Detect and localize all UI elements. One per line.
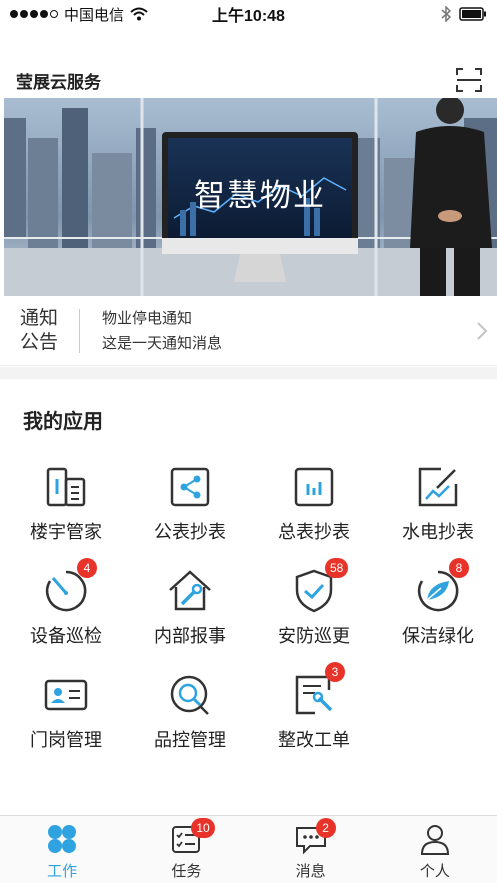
app-title: 莹展云服务 [16, 72, 101, 92]
badge: 4 [77, 558, 97, 578]
notice-tag-line1: 通知 [20, 307, 59, 329]
grid-icon [48, 825, 77, 853]
badge: 2 [315, 818, 336, 838]
badge: 10 [191, 818, 215, 838]
notice-bar[interactable]: 通知 公告 物业停电通知 这是一天通知消息 [0, 296, 497, 366]
notice-message: 这是一天通知消息 [102, 334, 223, 352]
tab-bar: 工作 10 任务 2 消息 个人 [0, 815, 497, 883]
tab-work[interactable]: 工作 [0, 816, 124, 883]
tab-label: 个人 [419, 863, 450, 880]
notice-body: 物业停电通知 这是一天通知消息 [80, 306, 467, 356]
building-icon [46, 467, 86, 507]
carrier-label: 中国电信 [64, 6, 125, 24]
section-divider [0, 367, 497, 379]
badge: 8 [449, 558, 469, 578]
battery-icon [459, 7, 486, 21]
app-label: 安防巡更 [278, 626, 350, 646]
tab-label: 消息 [295, 863, 326, 880]
app-gate-management[interactable]: 门岗管理 [4, 666, 128, 761]
tab-tasks[interactable]: 10 任务 [124, 816, 248, 883]
wifi-icon [130, 7, 148, 21]
status-bar: 中国电信 上午10:48 [0, 0, 497, 28]
app-label: 内部报事 [154, 626, 226, 646]
notice-title: 物业停电通知 [102, 309, 193, 327]
app-label: 品控管理 [154, 730, 226, 750]
app-utility-meter[interactable]: 水电抄表 [376, 458, 497, 553]
app-internal-report[interactable]: 内部报事 [128, 562, 252, 657]
app-master-meter[interactable]: 总表抄表 [252, 458, 376, 553]
tab-label: 任务 [171, 863, 202, 880]
app-label: 保洁绿化 [402, 626, 474, 646]
app-label: 总表抄表 [278, 522, 350, 542]
magnifier-icon [170, 675, 209, 715]
app-label: 公表抄表 [154, 522, 226, 542]
house-wrench-icon [169, 570, 211, 611]
tab-messages[interactable]: 2 消息 [249, 816, 373, 883]
chevron-right-icon[interactable] [467, 319, 497, 343]
edit-chart-icon [418, 467, 458, 507]
app-building-manager[interactable]: 楼宇管家 [4, 458, 128, 553]
bluetooth-icon [441, 6, 451, 22]
app-rectification-order[interactable]: 3 整改工单 [252, 662, 376, 761]
app-quality-control[interactable]: 品控管理 [128, 666, 252, 761]
app-header: 莹展云服务 [0, 60, 497, 100]
app-cleaning-greening[interactable]: 8 保洁绿化 [376, 558, 497, 657]
app-security-patrol[interactable]: 58 安防巡更 [252, 558, 376, 657]
share-meter-icon [170, 467, 210, 507]
banner[interactable]: 智慧物业 [4, 98, 497, 296]
id-card-icon [44, 679, 88, 711]
tab-label: 工作 [47, 863, 78, 880]
user-icon [420, 825, 449, 855]
bar-meter-icon [294, 467, 334, 507]
app-public-meter[interactable]: 公表抄表 [128, 458, 252, 553]
app-device-inspection[interactable]: 4 设备巡检 [4, 558, 128, 657]
banner-screen-text: 智慧物业 [194, 178, 326, 214]
signal-dots-icon [10, 10, 58, 18]
app-label: 楼宇管家 [30, 522, 102, 542]
notice-tag: 通知 公告 [0, 307, 80, 353]
app-label: 门岗管理 [30, 730, 102, 750]
badge: 3 [325, 662, 345, 682]
tab-profile[interactable]: 个人 [373, 816, 497, 883]
app-label: 水电抄表 [402, 522, 474, 542]
scan-icon[interactable] [455, 66, 483, 94]
apps-section-title: 我的应用 [23, 411, 103, 433]
app-label: 设备巡检 [30, 626, 102, 646]
notice-tag-line2: 公告 [20, 331, 59, 353]
app-label: 整改工单 [278, 730, 350, 750]
badge: 58 [325, 558, 349, 578]
